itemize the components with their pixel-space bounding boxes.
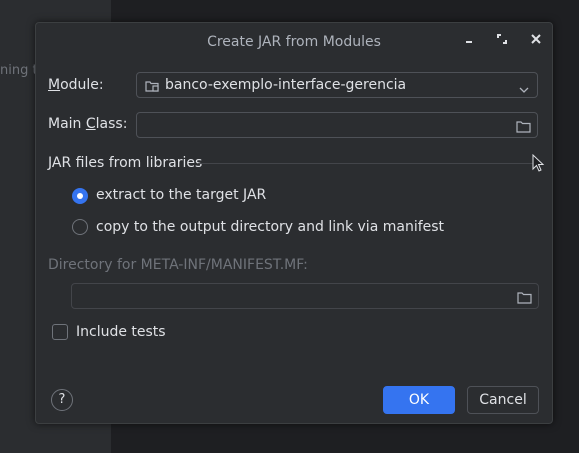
main-class-label: Main Class: bbox=[48, 116, 128, 132]
chevron-down-icon bbox=[519, 80, 529, 99]
cancel-button[interactable]: Cancel bbox=[467, 386, 539, 414]
main-class-field[interactable] bbox=[136, 112, 538, 138]
dialog-titlebar[interactable]: Create JAR from Modules bbox=[36, 23, 552, 61]
radio-copy[interactable] bbox=[72, 219, 88, 235]
ok-button[interactable]: OK bbox=[383, 386, 455, 414]
module-folder-icon bbox=[145, 78, 159, 97]
maximize-icon[interactable] bbox=[493, 33, 511, 51]
include-tests-checkbox[interactable] bbox=[52, 324, 68, 340]
module-label: Module: bbox=[48, 77, 104, 93]
mouse-cursor-icon bbox=[532, 153, 546, 178]
manifest-dir-field bbox=[71, 283, 539, 309]
radio-extract-label[interactable]: extract to the target JAR bbox=[96, 187, 266, 203]
create-jar-dialog: Create JAR from Modules Module: banco-ex… bbox=[35, 22, 553, 424]
minimize-icon[interactable] bbox=[460, 33, 478, 51]
manifest-dir-label: Directory for META-INF/MANIFEST.MF: bbox=[48, 257, 308, 273]
include-tests-label[interactable]: Include tests bbox=[76, 324, 166, 340]
section-divider bbox=[198, 163, 538, 164]
module-combobox[interactable]: banco-exemplo-interface-gerencia bbox=[136, 72, 538, 98]
manifest-folder-icon bbox=[517, 289, 532, 308]
help-button[interactable]: ? bbox=[51, 389, 73, 411]
radio-extract[interactable] bbox=[72, 188, 88, 204]
radio-copy-label[interactable]: copy to the output directory and link vi… bbox=[96, 219, 444, 235]
jar-files-section-title: JAR files from libraries bbox=[48, 155, 203, 171]
close-icon[interactable] bbox=[527, 33, 545, 51]
browse-folder-icon[interactable] bbox=[516, 118, 531, 137]
module-value: banco-exemplo-interface-gerencia bbox=[165, 77, 407, 93]
